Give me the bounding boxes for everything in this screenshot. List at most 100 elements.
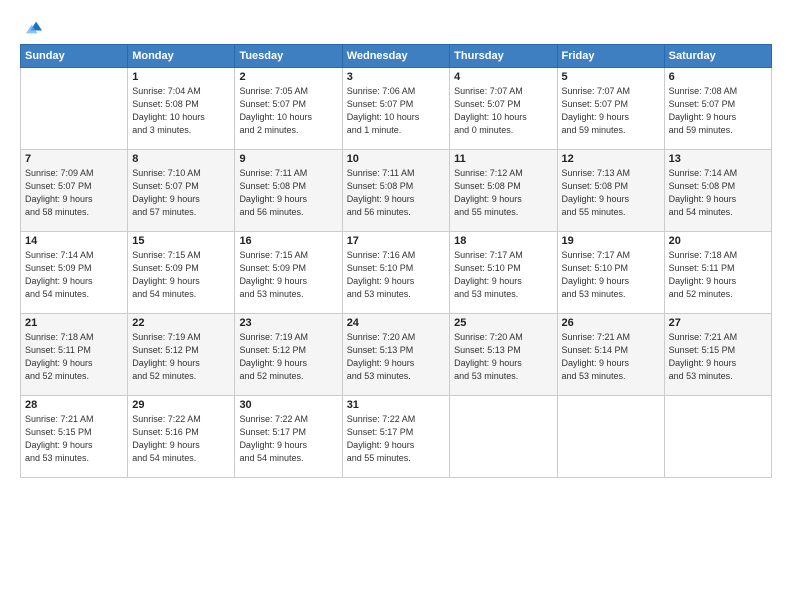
day-info: Sunrise: 7:17 AM Sunset: 5:10 PM Dayligh… [562, 249, 660, 301]
day-info: Sunrise: 7:04 AM Sunset: 5:08 PM Dayligh… [132, 85, 230, 137]
day-number: 10 [347, 153, 445, 165]
day-number: 4 [454, 71, 552, 83]
calendar-cell: 4 Sunrise: 7:07 AM Sunset: 5:07 PM Daylig… [450, 68, 557, 150]
day-info: Sunrise: 7:14 AM Sunset: 5:08 PM Dayligh… [669, 167, 767, 219]
day-info: Sunrise: 7:12 AM Sunset: 5:08 PM Dayligh… [454, 167, 552, 219]
day-number: 27 [669, 317, 767, 329]
day-info: Sunrise: 7:20 AM Sunset: 5:13 PM Dayligh… [347, 331, 445, 383]
calendar-cell: 11 Sunrise: 7:12 AM Sunset: 5:08 PM Dayli… [450, 150, 557, 232]
day-info: Sunrise: 7:09 AM Sunset: 5:07 PM Dayligh… [25, 167, 123, 219]
day-info: Sunrise: 7:19 AM Sunset: 5:12 PM Dayligh… [132, 331, 230, 383]
day-info: Sunrise: 7:22 AM Sunset: 5:16 PM Dayligh… [132, 413, 230, 465]
calendar-cell: 26 Sunrise: 7:21 AM Sunset: 5:14 PM Dayli… [557, 314, 664, 396]
calendar-cell: 17Sunrise: 7:16 AM Sunset: 5:10 PM Dayli… [342, 232, 449, 314]
day-number: 2 [239, 71, 337, 83]
day-info: Sunrise: 7:15 AM Sunset: 5:09 PM Dayligh… [132, 249, 230, 301]
day-number: 26 [562, 317, 660, 329]
day-number: 12 [562, 153, 660, 165]
calendar-cell [450, 396, 557, 478]
calendar-cell: 22 Sunrise: 7:19 AM Sunset: 5:12 PM Dayli… [128, 314, 235, 396]
calendar-header-thursday: Thursday [450, 45, 557, 68]
calendar-header-wednesday: Wednesday [342, 45, 449, 68]
calendar-cell: 16 Sunrise: 7:15 AM Sunset: 5:09 PM Dayli… [235, 232, 342, 314]
day-info: Sunrise: 7:11 AM Sunset: 5:08 PM Dayligh… [347, 167, 445, 219]
day-number: 19 [562, 235, 660, 247]
calendar-cell: 5 Sunrise: 7:07 AM Sunset: 5:07 PM Daylig… [557, 68, 664, 150]
calendar-header-row: SundayMondayTuesdayWednesdayThursdayFrid… [21, 45, 772, 68]
day-info: Sunrise: 7:06 AM Sunset: 5:07 PM Dayligh… [347, 85, 445, 137]
calendar-cell: 13 Sunrise: 7:14 AM Sunset: 5:08 PM Dayli… [664, 150, 771, 232]
day-number: 22 [132, 317, 230, 329]
day-info: Sunrise: 7:18 AM Sunset: 5:11 PM Dayligh… [669, 249, 767, 301]
calendar-cell [664, 396, 771, 478]
header [20, 18, 772, 36]
day-number: 3 [347, 71, 445, 83]
calendar-cell: 6 Sunrise: 7:08 AM Sunset: 5:07 PM Daylig… [664, 68, 771, 150]
calendar-header-friday: Friday [557, 45, 664, 68]
day-number: 20 [669, 235, 767, 247]
logo-icon [20, 20, 42, 38]
day-info: Sunrise: 7:07 AM Sunset: 5:07 PM Dayligh… [454, 85, 552, 137]
calendar-cell: 20 Sunrise: 7:18 AM Sunset: 5:11 PM Dayli… [664, 232, 771, 314]
day-info: Sunrise: 7:08 AM Sunset: 5:07 PM Dayligh… [669, 85, 767, 137]
day-number: 13 [669, 153, 767, 165]
day-info: Sunrise: 7:16 AM Sunset: 5:10 PM Dayligh… [347, 249, 445, 301]
day-number: 5 [562, 71, 660, 83]
day-number: 16 [239, 235, 337, 247]
day-number: 8 [132, 153, 230, 165]
day-number: 7 [25, 153, 123, 165]
logo [20, 18, 45, 36]
day-number: 30 [239, 399, 337, 411]
calendar-cell [557, 396, 664, 478]
calendar-cell: 15 Sunrise: 7:15 AM Sunset: 5:09 PM Dayli… [128, 232, 235, 314]
calendar-cell: 12Sunrise: 7:13 AM Sunset: 5:08 PM Dayli… [557, 150, 664, 232]
day-number: 9 [239, 153, 337, 165]
calendar-cell: 19 Sunrise: 7:17 AM Sunset: 5:10 PM Dayli… [557, 232, 664, 314]
day-number: 18 [454, 235, 552, 247]
calendar-cell: 21 Sunrise: 7:18 AM Sunset: 5:11 PM Dayli… [21, 314, 128, 396]
calendar-cell: 8 Sunrise: 7:10 AM Sunset: 5:07 PM Daylig… [128, 150, 235, 232]
calendar-header-monday: Monday [128, 45, 235, 68]
day-info: Sunrise: 7:19 AM Sunset: 5:12 PM Dayligh… [239, 331, 337, 383]
calendar-header-sunday: Sunday [21, 45, 128, 68]
day-info: Sunrise: 7:20 AM Sunset: 5:13 PM Dayligh… [454, 331, 552, 383]
day-number: 21 [25, 317, 123, 329]
calendar-cell: 14 Sunrise: 7:14 AM Sunset: 5:09 PM Dayli… [21, 232, 128, 314]
day-number: 23 [239, 317, 337, 329]
day-info: Sunrise: 7:22 AM Sunset: 5:17 PM Dayligh… [239, 413, 337, 465]
day-info: Sunrise: 7:21 AM Sunset: 5:15 PM Dayligh… [25, 413, 123, 465]
day-info: Sunrise: 7:18 AM Sunset: 5:11 PM Dayligh… [25, 331, 123, 383]
day-number: 15 [132, 235, 230, 247]
calendar-cell: 29 Sunrise: 7:22 AM Sunset: 5:16 PM Dayli… [128, 396, 235, 478]
day-info: Sunrise: 7:10 AM Sunset: 5:07 PM Dayligh… [132, 167, 230, 219]
day-number: 28 [25, 399, 123, 411]
calendar-cell [21, 68, 128, 150]
day-info: Sunrise: 7:14 AM Sunset: 5:09 PM Dayligh… [25, 249, 123, 301]
calendar-cell: 3 Sunrise: 7:06 AM Sunset: 5:07 PM Daylig… [342, 68, 449, 150]
day-info: Sunrise: 7:11 AM Sunset: 5:08 PM Dayligh… [239, 167, 337, 219]
calendar-cell: 24Sunrise: 7:20 AM Sunset: 5:13 PM Dayli… [342, 314, 449, 396]
calendar-week-1: 1 Sunrise: 7:04 AM Sunset: 5:08 PM Daylig… [21, 68, 772, 150]
calendar-cell: 27 Sunrise: 7:21 AM Sunset: 5:15 PM Dayli… [664, 314, 771, 396]
calendar-cell: 10 Sunrise: 7:11 AM Sunset: 5:08 PM Dayli… [342, 150, 449, 232]
day-number: 6 [669, 71, 767, 83]
day-info: Sunrise: 7:17 AM Sunset: 5:10 PM Dayligh… [454, 249, 552, 301]
day-number: 25 [454, 317, 552, 329]
day-info: Sunrise: 7:21 AM Sunset: 5:14 PM Dayligh… [562, 331, 660, 383]
day-info: Sunrise: 7:21 AM Sunset: 5:15 PM Dayligh… [669, 331, 767, 383]
day-number: 1 [132, 71, 230, 83]
day-number: 29 [132, 399, 230, 411]
calendar-week-4: 21 Sunrise: 7:18 AM Sunset: 5:11 PM Dayli… [21, 314, 772, 396]
calendar-header-tuesday: Tuesday [235, 45, 342, 68]
day-info: Sunrise: 7:07 AM Sunset: 5:07 PM Dayligh… [562, 85, 660, 137]
page: SundayMondayTuesdayWednesdayThursdayFrid… [0, 0, 792, 612]
day-info: Sunrise: 7:22 AM Sunset: 5:17 PM Dayligh… [347, 413, 445, 465]
calendar-cell: 23 Sunrise: 7:19 AM Sunset: 5:12 PM Dayli… [235, 314, 342, 396]
day-number: 11 [454, 153, 552, 165]
calendar-cell: 1 Sunrise: 7:04 AM Sunset: 5:08 PM Daylig… [128, 68, 235, 150]
calendar-week-2: 7 Sunrise: 7:09 AM Sunset: 5:07 PM Daylig… [21, 150, 772, 232]
calendar-cell: 28 Sunrise: 7:21 AM Sunset: 5:15 PM Dayli… [21, 396, 128, 478]
day-info: Sunrise: 7:15 AM Sunset: 5:09 PM Dayligh… [239, 249, 337, 301]
calendar: SundayMondayTuesdayWednesdayThursdayFrid… [20, 44, 772, 478]
day-number: 14 [25, 235, 123, 247]
